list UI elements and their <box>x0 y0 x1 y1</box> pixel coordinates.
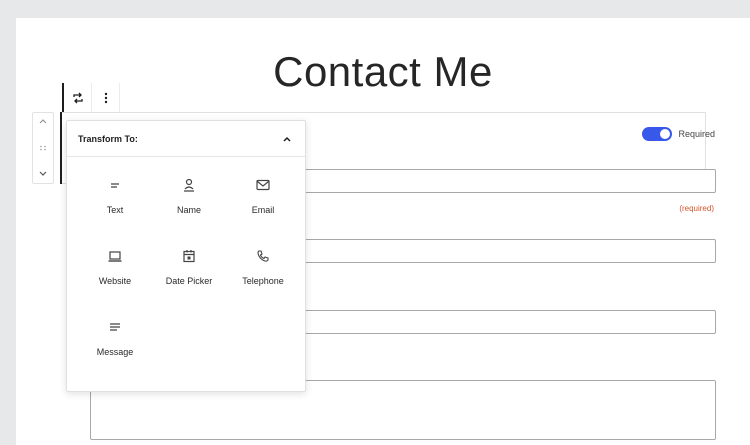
transform-button[interactable] <box>64 83 92 112</box>
calendar-icon <box>183 250 195 263</box>
transform-popover-title: Transform To: <box>78 133 138 144</box>
block-toolbar <box>62 83 120 112</box>
chevron-down-icon <box>39 171 47 176</box>
required-hint: (required) <box>679 204 714 213</box>
transform-item-label: Text <box>106 205 124 215</box>
move-down-button[interactable] <box>39 170 47 179</box>
required-label: Required <box>678 129 715 139</box>
transform-item-label: Message <box>96 347 134 357</box>
required-toggle-group: Required <box>642 127 715 141</box>
text-lines-icon <box>111 183 119 188</box>
required-toggle[interactable] <box>642 127 673 141</box>
transform-item-label: Date Picker <box>165 276 213 286</box>
page-title[interactable]: Contact Me <box>16 48 750 96</box>
transform-to-name[interactable]: Name <box>153 167 225 238</box>
person-icon <box>184 178 194 192</box>
transform-icon <box>72 92 83 103</box>
laptop-icon <box>108 251 122 262</box>
chevron-up-icon[interactable] <box>281 133 293 145</box>
transform-to-email[interactable]: Email <box>227 167 299 238</box>
options-button[interactable] <box>92 83 120 112</box>
block-selection-indicator <box>60 112 62 184</box>
more-vertical-icon <box>104 92 107 103</box>
chevron-up-icon <box>39 119 47 124</box>
envelope-icon <box>256 179 270 191</box>
transform-item-label: Telephone <box>242 276 284 286</box>
move-up-button[interactable] <box>39 117 47 126</box>
paragraph-icon <box>110 323 120 331</box>
transform-item-label: Website <box>98 276 132 286</box>
drag-handle-icon <box>40 145 46 150</box>
transform-to-telephone[interactable]: Telephone <box>227 238 299 309</box>
transform-to-text[interactable]: Text <box>79 167 151 238</box>
drag-handle[interactable] <box>39 144 47 153</box>
block-mover <box>32 112 54 184</box>
phone-icon <box>257 250 269 262</box>
transform-to-website[interactable]: Website <box>79 238 151 309</box>
transform-to-date-picker[interactable]: Date Picker <box>153 238 225 309</box>
transform-item-label: Name <box>176 205 201 215</box>
transform-to-message[interactable]: Message <box>79 309 151 380</box>
transform-item-label: Email <box>251 205 275 215</box>
transform-options-grid: Text Name Email Website Date Picker Tele… <box>67 167 307 380</box>
transform-popover-header[interactable]: Transform To: <box>67 121 305 157</box>
transform-popover: Transform To: Text Name Email Website Da… <box>66 120 306 392</box>
